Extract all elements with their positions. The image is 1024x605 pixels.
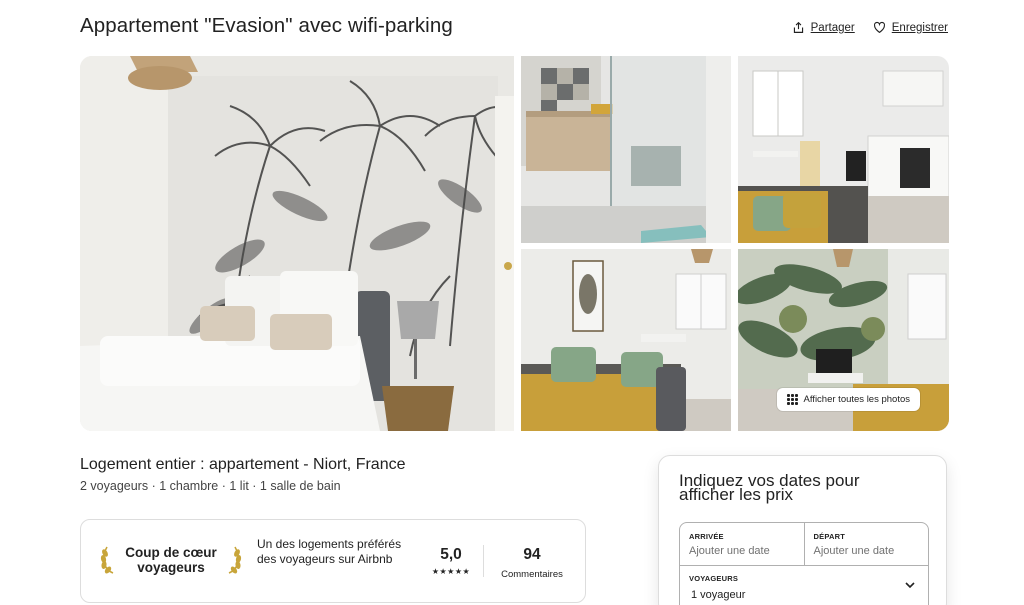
reviews-label: Commentaires: [501, 569, 563, 580]
checkout-field[interactable]: DÉPART Ajouter une date: [803, 523, 929, 565]
checkout-placeholder: Ajouter une date: [813, 545, 895, 557]
booking-card: Indiquez vos dates pour afficher les pri…: [658, 455, 947, 605]
checkin-field[interactable]: ARRIVÉE Ajouter une date: [680, 523, 804, 565]
date-picker: ARRIVÉE Ajouter une date DÉPART Ajouter …: [679, 522, 929, 566]
listing-details: 2 voyageurs · 1 chambre · 1 lit · 1 sall…: [80, 479, 341, 493]
guests-label: VOYAGEURS: [689, 574, 739, 583]
checkin-placeholder: Ajouter une date: [689, 545, 770, 557]
save-button[interactable]: Enregistrer: [873, 21, 948, 34]
share-label: Partager: [810, 21, 855, 34]
heart-icon: [873, 21, 885, 34]
photo-kitchen[interactable]: [738, 56, 949, 243]
page-title: Appartement "Evasion" avec wifi-parking: [80, 14, 453, 37]
guest-favorite-description: Un des logements préférés des voyageurs …: [257, 537, 402, 566]
rating-stars: ★★★★★: [431, 567, 471, 576]
guests-value: 1 voyageur: [691, 589, 746, 601]
checkout-label: DÉPART: [813, 532, 845, 541]
rating-block: 5,0 ★★★★★: [417, 546, 485, 576]
guests-selector[interactable]: VOYAGEURS 1 voyageur: [679, 565, 929, 605]
reviews-count: 94: [523, 546, 541, 563]
show-all-photos-button[interactable]: Afficher toutes les photos: [777, 388, 920, 411]
booking-title: Indiquez vos dates pour afficher les pri…: [679, 471, 860, 504]
guest-favorite-badge-text: Coup de cœur voyageurs: [125, 545, 217, 575]
listing-title: Logement entier : appartement - Niort, F…: [80, 456, 406, 473]
rating-value: 5,0: [440, 546, 462, 563]
guest-favorite-panel: Coup de cœur voyageurs Un des logements …: [80, 519, 586, 603]
photo-bathroom[interactable]: [521, 56, 731, 243]
chevron-down-icon: [905, 582, 915, 589]
photo-living-room[interactable]: [521, 249, 731, 431]
divider: [483, 545, 484, 577]
photo-main-bedroom[interactable]: [80, 56, 514, 431]
photo-gallery: [80, 56, 949, 431]
reviews-link[interactable]: 94 Commentaires: [495, 546, 569, 580]
guest-favorite-badge: Coup de cœur voyageurs: [99, 545, 243, 575]
save-label: Enregistrer: [891, 21, 948, 34]
header-actions: Partager Enregistrer: [792, 21, 948, 34]
laurel-icon: [100, 546, 114, 574]
share-button[interactable]: Partager: [792, 21, 855, 34]
checkin-label: ARRIVÉE: [689, 532, 724, 541]
laurel-icon: [228, 546, 242, 574]
show-all-photos-label: Afficher toutes les photos: [803, 394, 911, 405]
share-icon: [793, 21, 803, 33]
grid-dots-icon: [787, 394, 798, 405]
